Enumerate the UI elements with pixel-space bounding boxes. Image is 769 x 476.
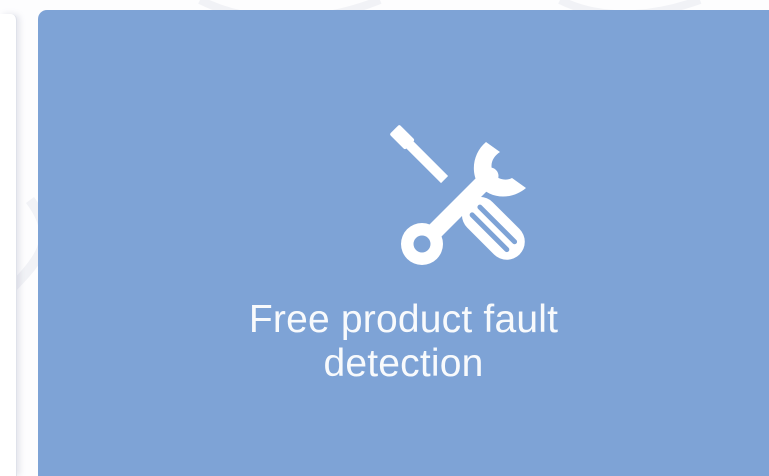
- service-card-fault-detection[interactable]: Free product fault detection: [38, 10, 769, 476]
- tools-icon: [390, 125, 526, 265]
- service-title-line-2: detection: [323, 342, 484, 385]
- previous-service-card-edge[interactable]: [0, 14, 17, 476]
- service-title: Free product fault detection: [38, 298, 769, 386]
- service-title-line-1: Free product fault: [248, 298, 559, 341]
- page: Free product fault detection: [0, 0, 769, 476]
